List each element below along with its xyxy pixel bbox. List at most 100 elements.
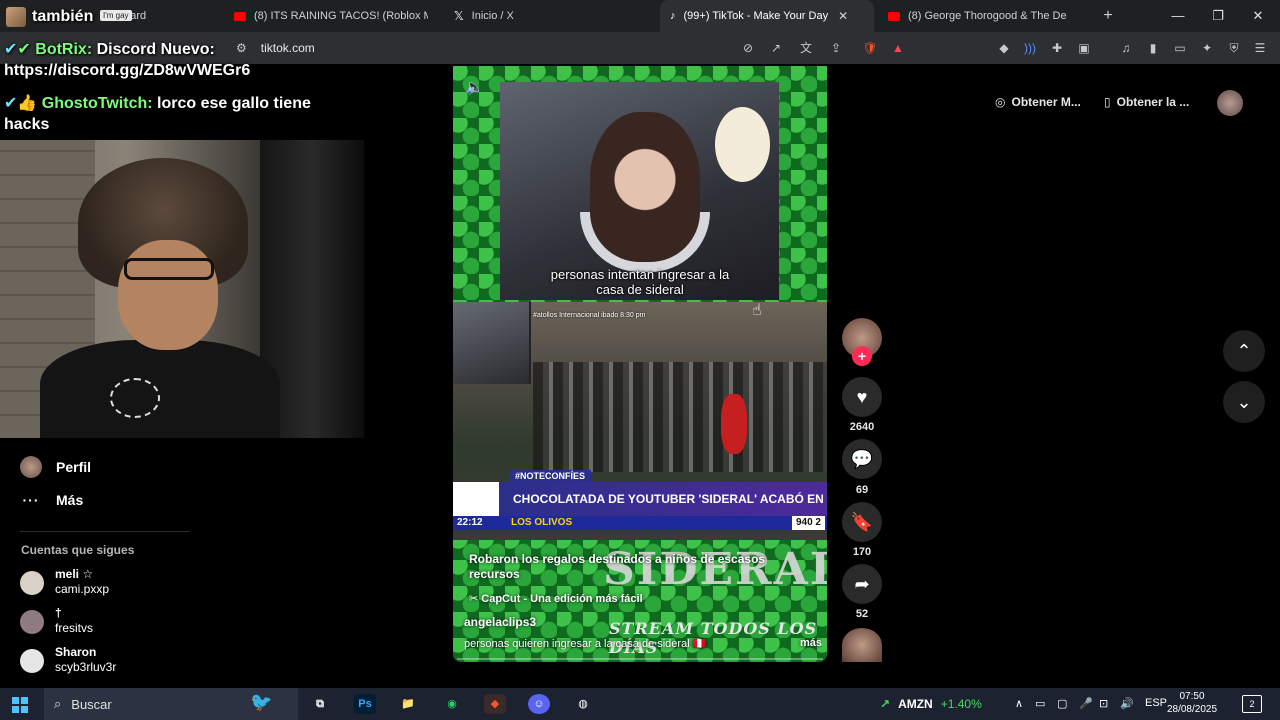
share-icon[interactable]: ⇪ (828, 40, 844, 56)
video-progress-bar[interactable] (457, 658, 823, 660)
tray-network-icon[interactable]: ⊡ (1099, 697, 1108, 710)
cam-hoodie (40, 340, 280, 438)
video-description: Robaron los regalos destinados a niños d… (469, 552, 766, 581)
hand-cursor-icon: ☝ (752, 302, 762, 319)
user-avatar[interactable] (1217, 90, 1243, 116)
nav-profile[interactable]: Perfil (20, 456, 91, 478)
nav-divider (20, 531, 190, 532)
share-button[interactable]: ➦ (842, 564, 882, 604)
cam-glasses (124, 258, 214, 280)
chat-line-1: también (32, 8, 94, 25)
close-tab-icon[interactable]: ✕ (838, 9, 848, 23)
get-desktop-button[interactable]: ▯ Obtener la ... (1104, 88, 1189, 116)
comment-button[interactable]: 💬 (842, 439, 882, 479)
webcam-feed (0, 140, 364, 438)
taskbar-search[interactable]: ⌕ Buscar 🐦 (44, 688, 298, 720)
screenshot-icon[interactable]: ▣ (1076, 40, 1092, 56)
following-heading: Cuentas que sigues (21, 543, 135, 557)
file-explorer-icon[interactable]: 📁 (397, 694, 419, 714)
comment-icon: 💬 (850, 449, 874, 469)
new-tab-button[interactable]: + (1094, 7, 1122, 25)
video-more-text: personas quieren ingresar a la casa de s… (464, 638, 707, 650)
following-handle: fresitvs (55, 621, 94, 635)
minimize-button[interactable]: — (1158, 0, 1198, 32)
no-cast-icon[interactable]: ⊘ (740, 40, 756, 56)
media-controls-icon[interactable]: ♫ (1118, 40, 1134, 56)
next-video-button[interactable]: ⌄ (1223, 381, 1265, 423)
menu-icon[interactable]: ☰ (1252, 40, 1268, 56)
following-item[interactable]: † fresitvs (20, 606, 220, 642)
stock-widget[interactable]: ↗ AMZN +1.40% (880, 697, 982, 711)
brave-shield-icon[interactable]: 🛡 (862, 40, 878, 56)
tab-george-thorogood[interactable]: (8) George Thorogood & The De (878, 0, 1092, 32)
x-logo-icon: 𝕏 (454, 9, 464, 23)
maximize-button[interactable]: ❐ (1198, 0, 1238, 32)
tab-its-raining-tacos[interactable]: (8) ITS RAINING TACOS! (Roblox Mus (224, 0, 438, 32)
get-app-button[interactable]: ◎ Obtener M... (995, 88, 1081, 116)
mute-icon[interactable]: 🔈 (465, 78, 484, 96)
following-name: Sharon (55, 645, 97, 659)
video-author[interactable]: angelaclips3 (464, 615, 536, 629)
chat-username: BotRix: (35, 41, 93, 58)
extensions-puzzle-icon[interactable]: ✚ (1049, 40, 1065, 56)
following-item[interactable]: Sharon scyb3rluv3r (20, 645, 220, 681)
tray-mic-icon[interactable]: 🎤 (1079, 697, 1093, 710)
youtube-icon (234, 11, 246, 21)
capcut-icon: ✂ (469, 593, 479, 605)
translate-icon[interactable]: 文 (798, 40, 814, 56)
obs-icon[interactable]: ◍ (572, 694, 594, 714)
vpn-icon[interactable]: ⛨ (1226, 40, 1242, 56)
chat-avatar (6, 7, 26, 27)
tray-usb-icon[interactable]: ▢ (1057, 697, 1067, 710)
chat-message: Discord Nuevo: (96, 41, 215, 58)
tray-display-icon[interactable]: ▭ (1035, 697, 1045, 710)
news-tag: #NOTECONFÍES (509, 470, 592, 482)
search-placeholder: Buscar (71, 696, 112, 712)
brave-rewards-icon[interactable]: ▲ (890, 40, 906, 56)
brave-icon[interactable]: ◆ (484, 694, 506, 714)
see-more-link[interactable]: más (800, 637, 822, 649)
verified-badge-icon: ✔ (4, 95, 18, 112)
leo-ai-icon[interactable]: ✦ (1199, 40, 1215, 56)
news-inset-streamer (453, 302, 531, 384)
close-window-button[interactable]: ✕ (1238, 0, 1278, 32)
bot-badge-icon: ✔ (17, 41, 31, 58)
plush-toy (715, 107, 770, 182)
get-app-label: Obtener M... (1011, 95, 1081, 109)
discord-icon[interactable]: ☺ (528, 694, 550, 714)
video-player[interactable]: personas intentan ingresar a la casa de … (453, 66, 827, 662)
whatsapp-icon[interactable]: ◉ (441, 694, 463, 714)
open-external-icon[interactable]: ↗ (768, 40, 784, 56)
tab-inicio-x[interactable]: 𝕏 Inicio / X (444, 0, 658, 32)
tray-chevron-icon[interactable]: ∧ (1015, 697, 1023, 710)
like-button[interactable]: ♥ (842, 377, 882, 417)
following-item[interactable]: meli ☆ cami.pxxp (20, 567, 220, 603)
nav-more[interactable]: ··· Más (20, 492, 84, 508)
notifications-icon[interactable]: 2 (1242, 695, 1262, 713)
windows-start-icon[interactable] (12, 697, 28, 713)
get-desktop-label: Obtener la ... (1116, 95, 1190, 109)
sidebar-toggle-icon[interactable]: ▮ (1145, 40, 1161, 56)
follow-plus-button[interactable]: + (852, 346, 872, 366)
clock-time: 07:50 (1179, 691, 1205, 702)
url-field[interactable]: ⚙ tiktok.com (236, 39, 315, 57)
previous-video-button[interactable]: ⌃ (1223, 330, 1265, 372)
following-avatar (20, 610, 44, 634)
extension-audio-icon[interactable]: ))) (1022, 40, 1038, 56)
news-place: LOS OLIVOS (511, 517, 573, 528)
task-view-icon[interactable]: ⧉ (309, 694, 331, 714)
news-inset-label: #atollos Internacional ibado 8:30 pm (533, 312, 646, 319)
extension-diamond-icon[interactable]: ◆ (996, 40, 1012, 56)
video-music[interactable]: ✂ CapCut - Una edición más fácil (469, 592, 643, 605)
photoshop-icon[interactable]: Ps (354, 694, 376, 714)
tab-tiktok[interactable]: ♪ (99+) TikTok - Make Your Day ✕ (660, 0, 874, 32)
site-settings-icon[interactable]: ⚙ (236, 41, 247, 55)
sound-avatar[interactable] (842, 628, 882, 662)
share-count: 52 (855, 608, 869, 620)
taskbar-clock[interactable]: 07:50 28/08/2025 (1164, 690, 1220, 716)
tray-volume-icon[interactable]: 🔊 (1120, 697, 1134, 710)
stock-ticker: AMZN (898, 697, 933, 711)
wallet-icon[interactable]: ▭ (1172, 40, 1188, 56)
video-caption-line1: personas intentan ingresar a la (550, 267, 730, 282)
save-button[interactable]: 🔖 (842, 502, 882, 542)
